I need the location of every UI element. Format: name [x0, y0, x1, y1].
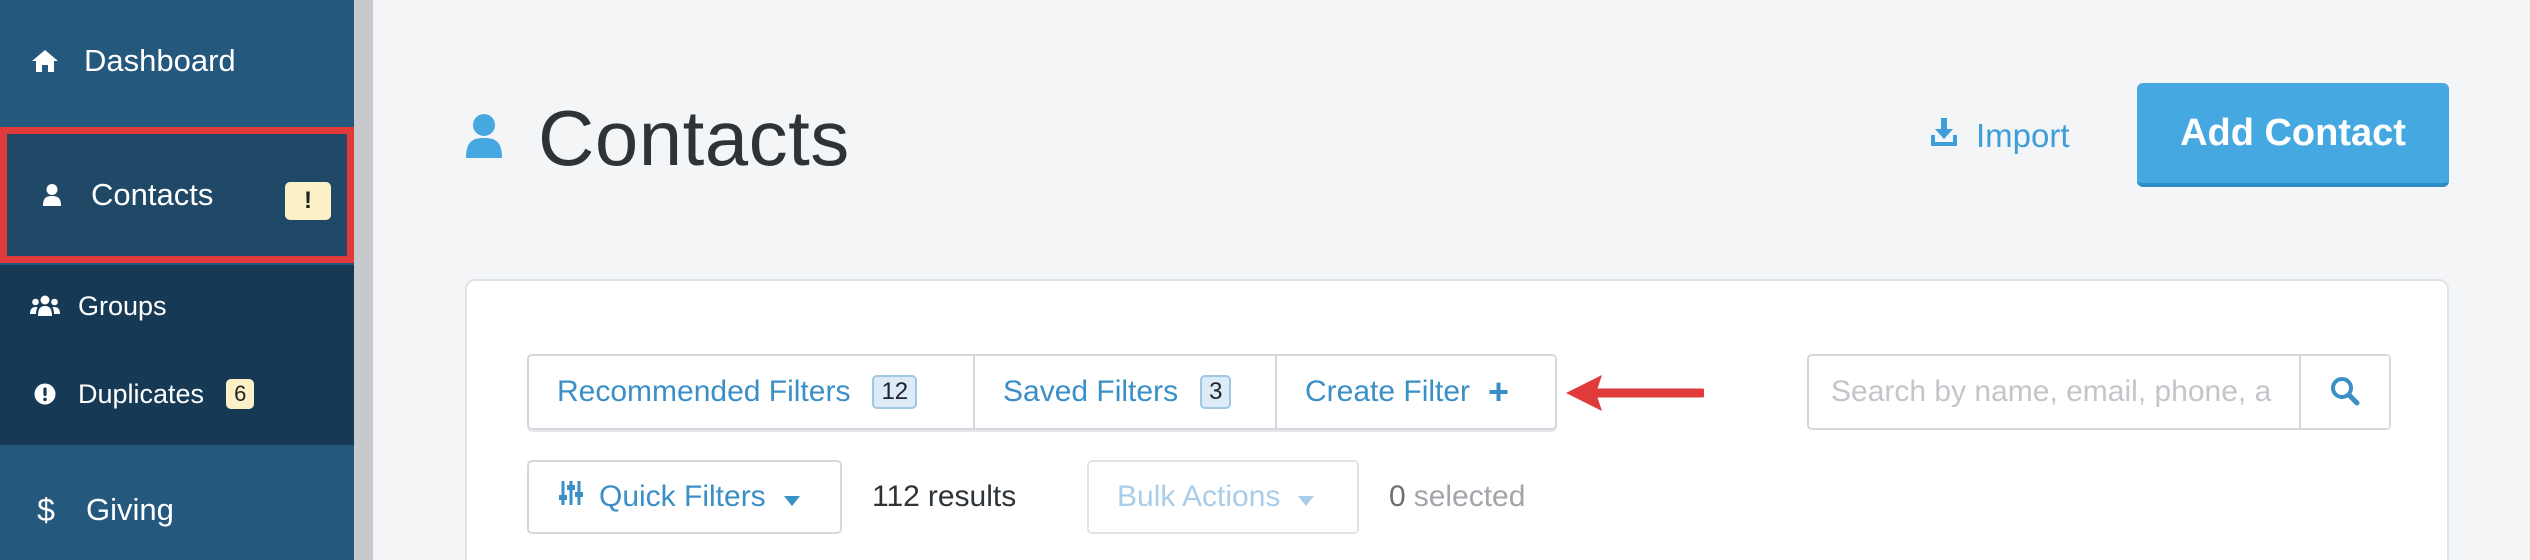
download-icon	[1930, 117, 1958, 155]
search-icon	[2330, 376, 2360, 409]
import-link[interactable]: Import	[1930, 110, 2070, 162]
sidebar-item-label: Dashboard	[84, 43, 236, 78]
caret-down-icon	[783, 480, 800, 514]
contacts-card: Recommended Filters 12 Saved Filters 3 C…	[465, 279, 2449, 560]
tab-label: Saved Filters	[1003, 375, 1179, 408]
tab-recommended-filters[interactable]: Recommended Filters 12	[529, 356, 975, 428]
sidebar-item-groups[interactable]: Groups	[0, 270, 354, 342]
tab-label: Create Filter	[1305, 375, 1471, 408]
saved-count-badge: 3	[1200, 375, 1232, 409]
sliders-icon	[559, 479, 583, 515]
sidebar-item-contacts[interactable]: Contacts !	[0, 127, 354, 263]
person-icon	[37, 183, 67, 207]
search-button[interactable]	[2299, 356, 2389, 428]
warning-badge: !	[285, 182, 331, 220]
search-box	[1807, 354, 2391, 430]
page-title: Contacts	[464, 88, 850, 188]
tab-label: Recommended Filters	[557, 375, 851, 408]
recommended-count-badge: 12	[872, 375, 918, 409]
sidebar-item-label: Contacts	[91, 177, 214, 212]
selected-count: 0 selected	[1389, 460, 1525, 534]
selected-label: selected	[1413, 480, 1526, 513]
sidebar-divider[interactable]	[354, 0, 373, 560]
selected-number: 0	[1389, 480, 1406, 513]
results-count: 112 results	[872, 460, 1016, 534]
add-contact-button[interactable]: Add Contact	[2137, 83, 2449, 187]
search-input[interactable]	[1809, 356, 2299, 428]
sidebar-item-dashboard[interactable]: Dashboard	[0, 0, 354, 122]
tab-create-filter[interactable]: Create Filter +	[1277, 356, 1555, 428]
annotation-arrow-icon	[1566, 375, 1704, 411]
sidebar-item-duplicates[interactable]: Duplicates 6	[0, 358, 354, 430]
caret-down-icon	[1298, 480, 1315, 514]
exclamation-circle-icon	[30, 383, 60, 405]
person-icon	[464, 111, 506, 166]
users-icon	[30, 295, 60, 317]
plus-icon: +	[1488, 371, 1510, 412]
quick-filters-label: Quick Filters	[599, 480, 766, 513]
duplicates-count-badge: 6	[226, 379, 255, 409]
bulk-actions-label: Bulk Actions	[1117, 480, 1281, 513]
tab-saved-filters[interactable]: Saved Filters 3	[975, 356, 1277, 428]
import-label: Import	[1976, 117, 2070, 154]
results-label: results	[927, 480, 1017, 513]
filter-tabs: Recommended Filters 12 Saved Filters 3 C…	[527, 354, 1557, 430]
sidebar-item-label: Giving	[86, 492, 174, 527]
sidebar-item-label: Duplicates	[78, 378, 205, 409]
sidebar-item-label: Groups	[78, 290, 167, 321]
page-title-text: Contacts	[538, 93, 850, 182]
app-root: Dashboard Contacts ! Groups Duplicates 6…	[0, 0, 2530, 560]
quick-filters-button[interactable]: Quick Filters	[527, 460, 842, 534]
results-number: 112	[872, 480, 920, 513]
home-icon	[30, 48, 60, 74]
dollar-icon: $	[37, 491, 55, 528]
bulk-actions-button[interactable]: Bulk Actions	[1087, 460, 1359, 534]
sidebar-item-giving[interactable]: $ Giving	[0, 460, 354, 560]
